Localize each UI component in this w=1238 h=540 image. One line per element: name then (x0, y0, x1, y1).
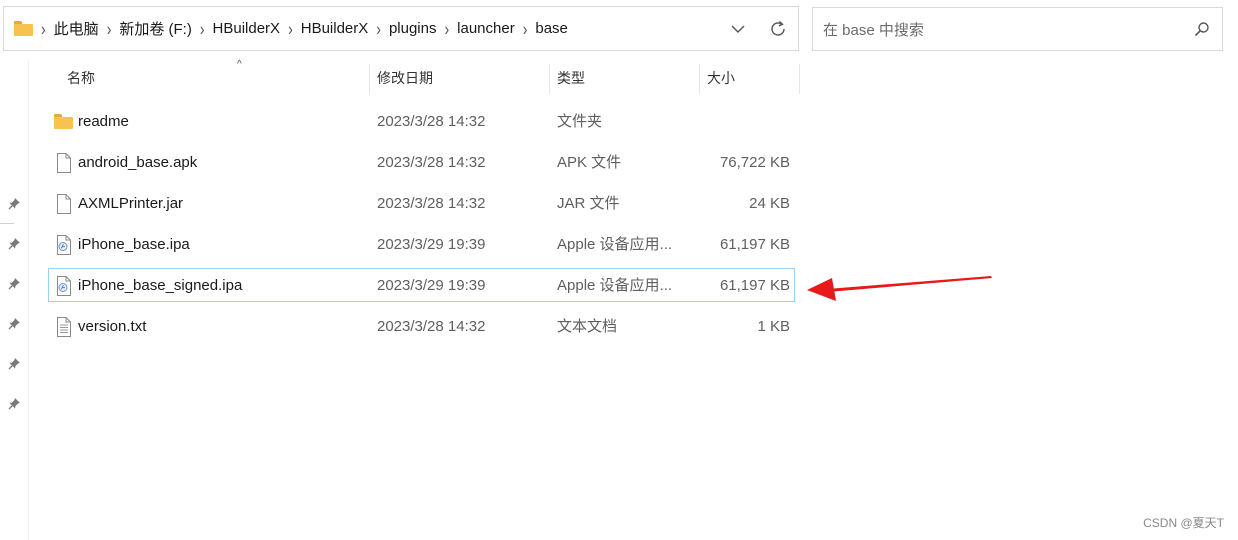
column-header-size[interactable]: 大小 (707, 60, 735, 96)
watermark: CSDN @夏天T (1143, 516, 1224, 530)
file-size: 61,197 KB (719, 236, 790, 253)
file-type: 文件夹 (557, 113, 603, 130)
file-type: JAR 文件 (557, 195, 620, 212)
file-date: 2023/3/29 19:39 (377, 236, 486, 253)
navigation-pane (0, 60, 29, 540)
breadcrumb-item[interactable]: HBuilderX (213, 20, 281, 37)
pin-icon[interactable] (8, 397, 21, 410)
column-header-type[interactable]: 类型 (557, 60, 585, 96)
breadcrumb-item[interactable]: 新加卷 (F:) (119, 18, 192, 39)
folder-icon (14, 21, 33, 36)
file-type: Apple 设备应用... (557, 236, 673, 253)
column-divider[interactable] (369, 64, 370, 94)
breadcrumb-item[interactable]: launcher (457, 20, 515, 37)
column-divider[interactable] (549, 64, 550, 94)
column-divider[interactable] (799, 64, 800, 94)
breadcrumb-item[interactable]: plugins (389, 20, 437, 37)
file-name: readme (78, 113, 129, 130)
file-row[interactable]: android_base.apk 2023/3/28 14:32 APK 文件 … (48, 145, 795, 179)
ipa-icon (57, 235, 71, 255)
file-date: 2023/3/29 19:39 (377, 277, 486, 294)
chevron-right-icon[interactable]: › (444, 18, 449, 39)
pin-icon[interactable] (8, 277, 21, 290)
file-date: 2023/3/28 14:32 (377, 154, 486, 171)
refresh-button[interactable] (758, 7, 798, 50)
file-icon (57, 194, 71, 214)
chevron-right-icon[interactable]: › (107, 18, 112, 39)
chevron-right-icon[interactable]: › (523, 18, 528, 39)
file-size: 1 KB (757, 318, 790, 335)
file-name: AXMLPrinter.jar (78, 195, 184, 212)
file-name: iPhone_base.ipa (78, 236, 190, 253)
file-row-selected[interactable]: iPhone_base_signed.ipa 2023/3/29 19:39 A… (48, 268, 795, 302)
divider (0, 223, 14, 224)
history-dropdown-button[interactable] (718, 7, 758, 50)
red-arrow-annotation (807, 276, 992, 301)
file-size: 61,197 KB (719, 277, 790, 294)
refresh-icon (771, 20, 785, 36)
address-bar[interactable]: › 此电脑 › 新加卷 (F:) › HBuilderX › HBuilderX… (3, 6, 799, 51)
pin-icon[interactable] (8, 197, 21, 210)
chevron-down-icon (731, 25, 745, 33)
column-header-date[interactable]: 修改日期 (377, 60, 433, 96)
file-row[interactable]: readme 2023/3/28 14:32 文件夹 (48, 104, 795, 138)
folder-icon (54, 114, 73, 129)
text-file-icon (57, 317, 71, 337)
search-box[interactable]: 在 base 中搜索 (812, 7, 1223, 51)
column-header-name[interactable]: 名称 (67, 60, 95, 96)
column-header-row: ^ 名称 修改日期 类型 大小 (28, 59, 1238, 96)
chevron-right-icon[interactable]: › (376, 18, 381, 39)
file-icon (57, 153, 71, 173)
file-name: iPhone_base_signed.ipa (78, 277, 243, 294)
search-input[interactable]: 在 base 中搜索 (823, 19, 1182, 40)
file-size: 76,722 KB (719, 154, 790, 171)
file-type: 文本文档 (557, 318, 618, 335)
file-row[interactable]: version.txt 2023/3/28 14:32 文本文档 1 KB (48, 309, 795, 343)
file-type: APK 文件 (557, 154, 622, 171)
sort-ascending-icon: ^ (237, 59, 242, 70)
search-icon[interactable] (1182, 21, 1222, 37)
file-date: 2023/3/28 14:32 (377, 113, 486, 130)
file-size: 24 KB (749, 195, 790, 212)
column-divider[interactable] (699, 64, 700, 94)
pin-icon[interactable] (8, 357, 21, 370)
breadcrumb-item[interactable]: HBuilderX (301, 20, 369, 37)
file-name: android_base.apk (78, 154, 198, 171)
file-date: 2023/3/28 14:32 (377, 195, 486, 212)
breadcrumb-item[interactable]: base (535, 20, 568, 37)
ipa-icon (57, 276, 71, 296)
file-type: Apple 设备应用... (557, 277, 673, 294)
file-row[interactable]: AXMLPrinter.jar 2023/3/28 14:32 JAR 文件 2… (48, 186, 795, 220)
chevron-right-icon[interactable]: › (288, 18, 293, 39)
chevron-right-icon[interactable]: › (200, 18, 205, 39)
file-name: version.txt (78, 318, 147, 335)
breadcrumb-item[interactable]: 此电脑 (54, 18, 99, 39)
file-date: 2023/3/28 14:32 (377, 318, 486, 335)
pin-icon[interactable] (8, 317, 21, 330)
chevron-right-icon: › (41, 18, 46, 39)
file-row[interactable]: iPhone_base.ipa 2023/3/29 19:39 Apple 设备… (48, 227, 795, 261)
pin-icon[interactable] (8, 237, 21, 250)
